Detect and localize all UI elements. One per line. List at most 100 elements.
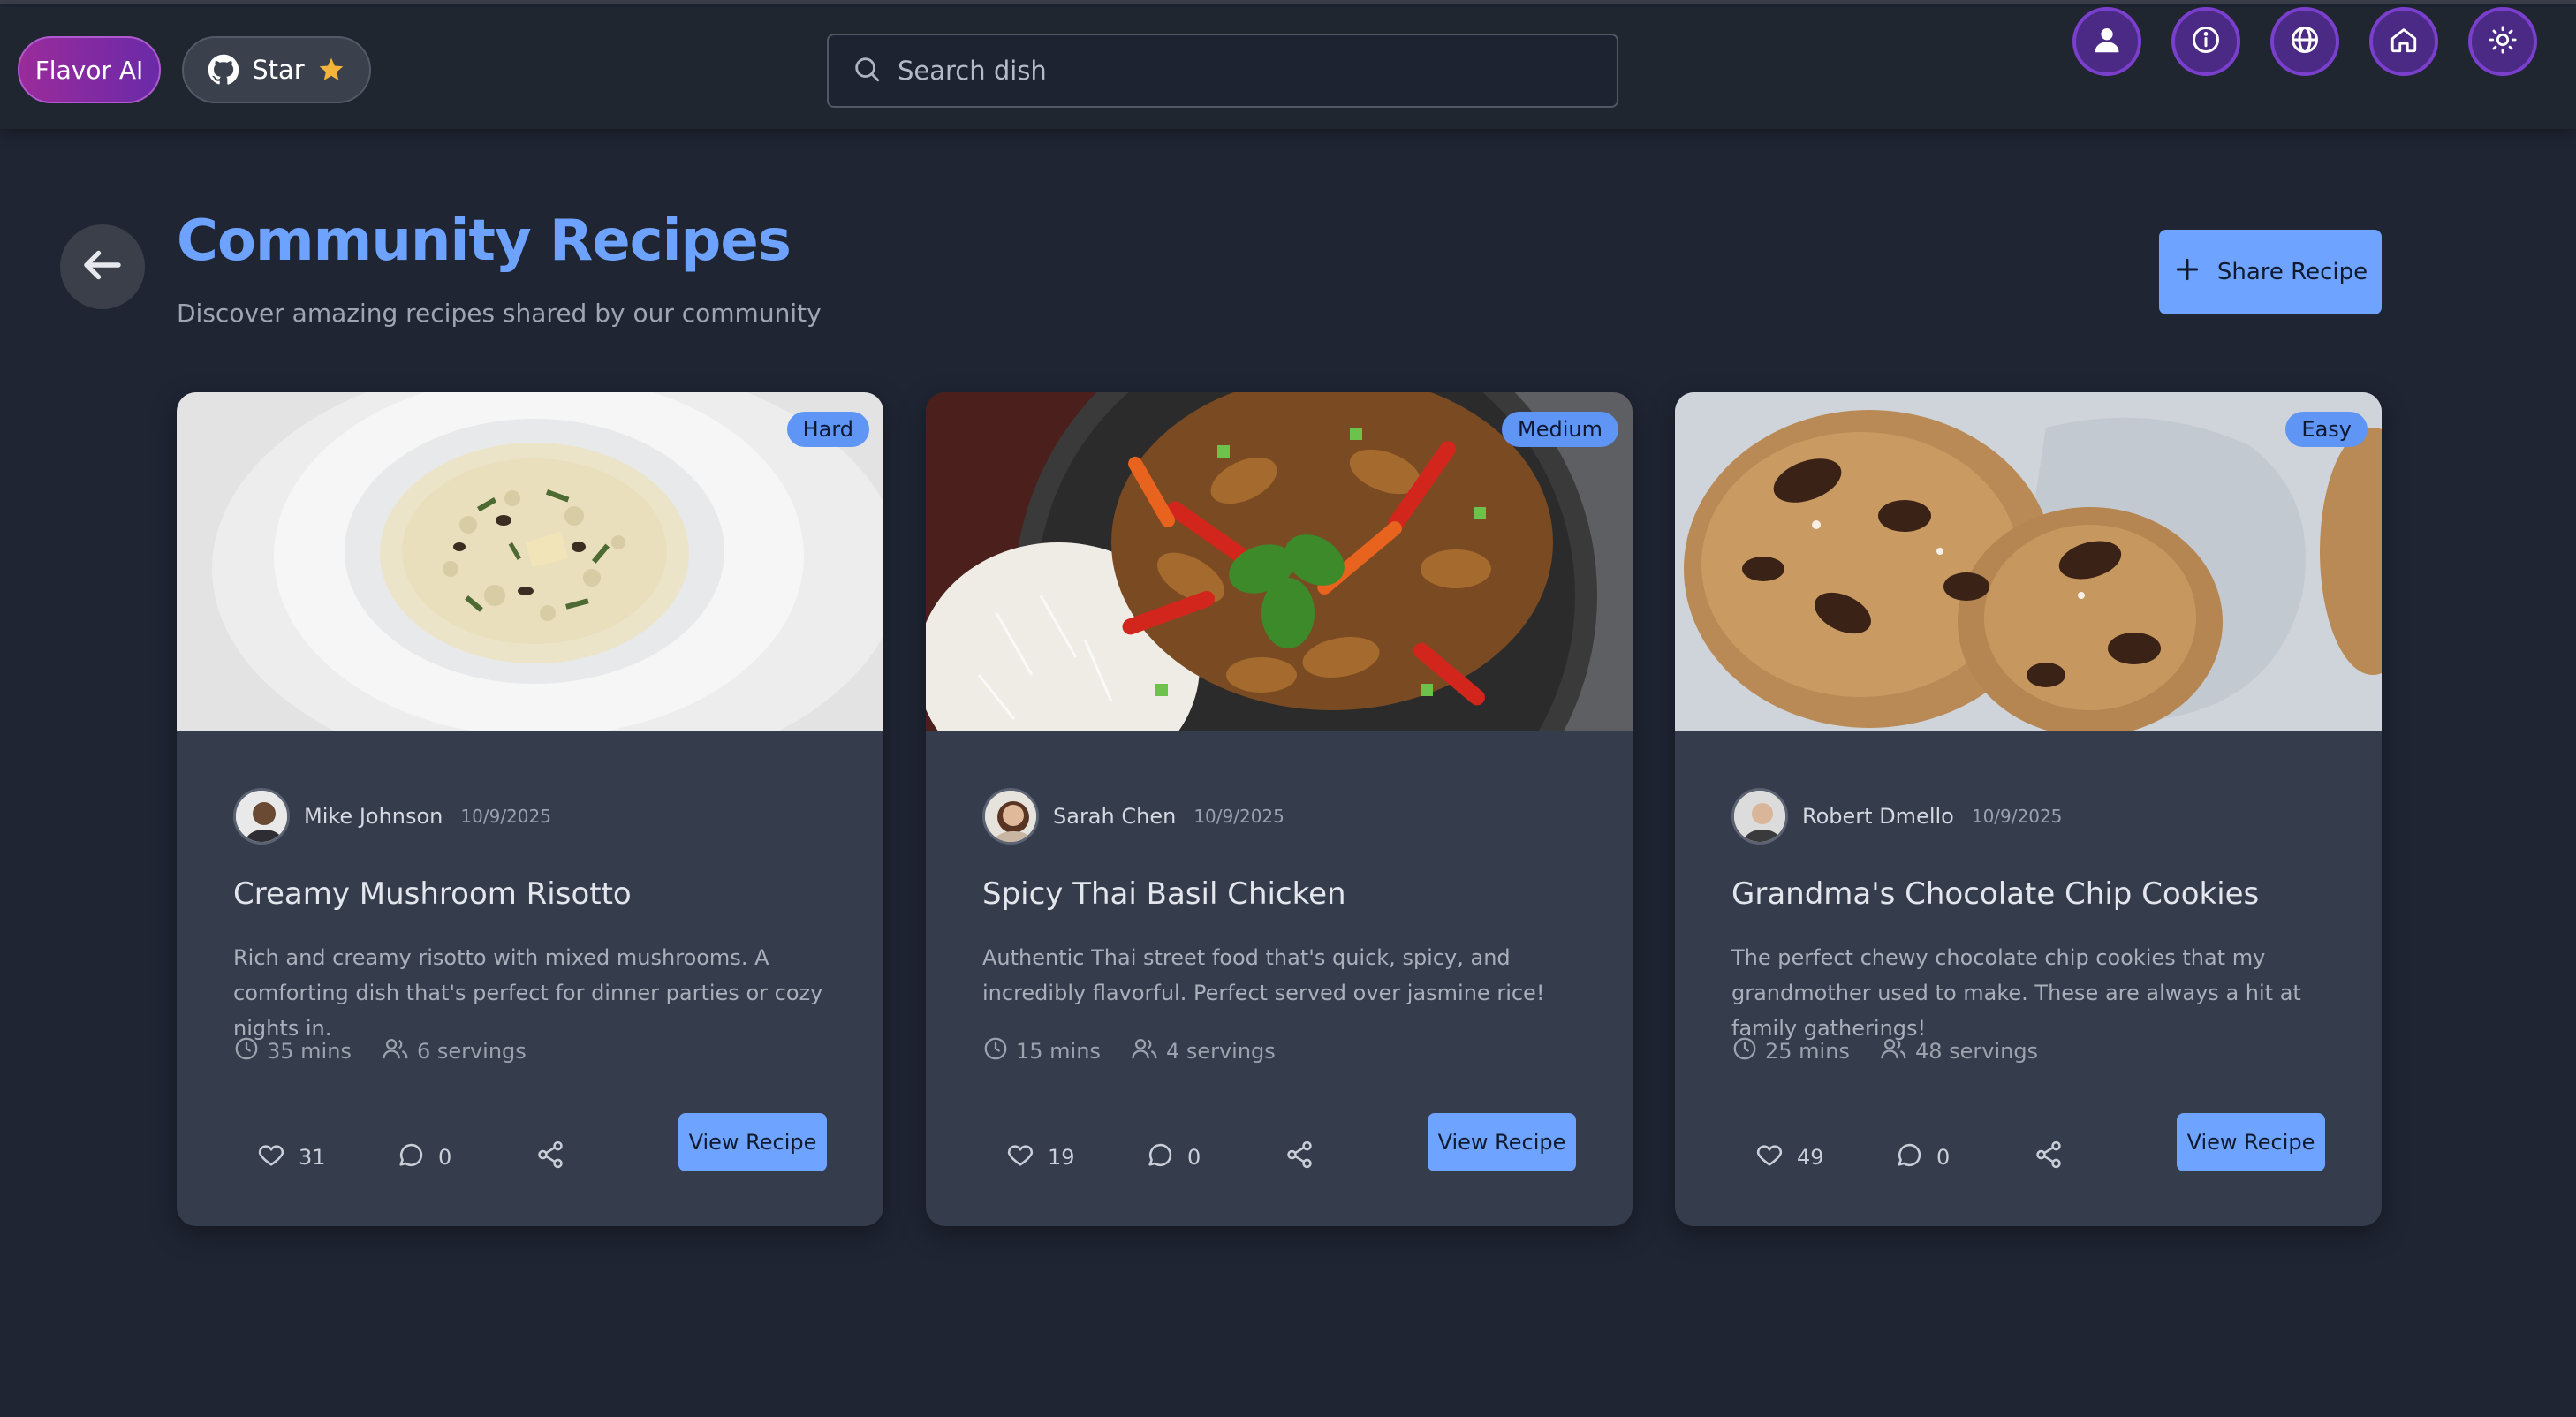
recipe-card: Hard Mike Johnson 10/9/2025 Creamy Mushr…	[177, 392, 883, 1226]
brand-button[interactable]: Flavor AI	[18, 36, 161, 103]
cook-time: 25 mins	[1731, 1035, 1850, 1067]
servings-label: 6 servings	[416, 1039, 527, 1064]
post-date: 10/9/2025	[1193, 806, 1284, 827]
avatar	[982, 788, 1039, 845]
globe-icon	[2289, 24, 2321, 59]
recipe-meta: 25 mins 48 servings	[1731, 1035, 2038, 1067]
difficulty-badge: Hard	[786, 412, 869, 447]
users-icon	[382, 1035, 410, 1067]
sun-icon	[2488, 25, 2518, 58]
like-button[interactable]: 49	[1754, 1140, 1894, 1175]
back-button[interactable]	[60, 224, 145, 309]
github-star-button[interactable]: Star	[182, 36, 371, 103]
comment-button[interactable]: 0	[396, 1140, 535, 1175]
recipe-image-cookies[interactable]: Easy	[1675, 392, 2382, 731]
share-button[interactable]	[1284, 1140, 1424, 1175]
heart-icon	[1754, 1140, 1784, 1175]
author-name: Robert Dmello	[1802, 804, 1954, 829]
author-name: Sarah Chen	[1053, 804, 1177, 829]
clock-icon	[1731, 1035, 1758, 1067]
profile-button[interactable]	[2072, 7, 2141, 76]
plus-icon	[2173, 255, 2201, 290]
post-date: 10/9/2025	[1971, 806, 2063, 827]
recipe-title[interactable]: Creamy Mushroom Risotto	[233, 876, 834, 912]
info-button[interactable]	[2171, 7, 2240, 76]
comment-icon	[396, 1140, 426, 1175]
servings: 4 servings	[1131, 1035, 1276, 1067]
recipe-image-risotto[interactable]: Hard	[177, 392, 883, 731]
share-icon	[2034, 1140, 2064, 1175]
star-label: Star	[252, 55, 305, 85]
clock-icon	[982, 1035, 1009, 1067]
recipe-author: Mike Johnson 10/9/2025	[233, 788, 551, 845]
page-title: Community Recipes	[177, 208, 792, 274]
view-recipe-button[interactable]: View Recipe	[1428, 1113, 1576, 1171]
comment-icon	[1894, 1140, 1924, 1175]
search-input[interactable]	[898, 56, 1569, 86]
page-subtitle: Discover amazing recipes shared by our c…	[177, 299, 822, 328]
user-icon	[2090, 23, 2124, 60]
view-recipe-button[interactable]: View Recipe	[678, 1113, 827, 1171]
cook-time-label: 25 mins	[1765, 1039, 1850, 1064]
cook-time: 15 mins	[982, 1035, 1101, 1067]
difficulty-badge: Easy	[2285, 412, 2368, 447]
recipe-description: The perfect chewy chocolate chip cookies…	[1731, 945, 2301, 1041]
heart-icon	[1005, 1140, 1035, 1175]
avatar	[233, 788, 290, 845]
theme-toggle-button[interactable]	[2468, 7, 2537, 76]
recipe-actions: 19 0	[1005, 1140, 1424, 1175]
recipe-meta: 35 mins 6 servings	[233, 1035, 527, 1067]
recipe-author: Robert Dmello 10/9/2025	[1731, 788, 2062, 845]
comment-count: 0	[1936, 1145, 1951, 1170]
clock-icon	[233, 1035, 260, 1067]
share-icon	[535, 1140, 565, 1175]
share-button[interactable]	[535, 1140, 675, 1175]
arrow-left-icon	[79, 241, 126, 292]
comment-button[interactable]: 0	[1894, 1140, 2034, 1175]
comment-icon	[1145, 1140, 1175, 1175]
share-recipe-label: Share Recipe	[2216, 259, 2368, 285]
top-navbar: Flavor AI Star	[0, 7, 2576, 129]
servings: 6 servings	[382, 1035, 527, 1067]
post-date: 10/9/2025	[460, 806, 551, 827]
share-button[interactable]	[2034, 1140, 2173, 1175]
like-button[interactable]: 19	[1005, 1140, 1145, 1175]
brand-label: Flavor AI	[34, 55, 144, 85]
recipe-title[interactable]: Spicy Thai Basil Chicken	[982, 876, 1583, 912]
search-bar[interactable]	[827, 34, 1618, 108]
users-icon	[1131, 1035, 1159, 1067]
heart-icon	[256, 1140, 286, 1175]
like-button[interactable]: 31	[256, 1140, 396, 1175]
users-icon	[1880, 1035, 1908, 1067]
recipe-actions: 49 0	[1754, 1140, 2173, 1175]
view-recipe-button[interactable]: View Recipe	[2177, 1113, 2325, 1171]
author-name: Mike Johnson	[304, 804, 443, 829]
recipe-image-thai-chicken[interactable]: Medium	[926, 392, 1633, 731]
home-icon	[2389, 25, 2419, 58]
recipe-description: Rich and creamy risotto with mixed mushr…	[233, 945, 823, 1041]
like-count: 49	[1797, 1145, 1824, 1170]
comment-count: 0	[1187, 1145, 1201, 1170]
servings-label: 4 servings	[1165, 1039, 1276, 1064]
comment-button[interactable]: 0	[1145, 1140, 1284, 1175]
cook-time-label: 35 mins	[267, 1039, 352, 1064]
servings: 48 servings	[1880, 1035, 2038, 1067]
difficulty-badge: Medium	[1502, 412, 1618, 447]
recipe-card: Easy Robert Dmello 10/9/2025 Grandma's C…	[1675, 392, 2382, 1226]
info-icon	[2190, 24, 2222, 59]
like-count: 31	[299, 1145, 326, 1170]
comment-count: 0	[438, 1145, 452, 1170]
recipe-actions: 31 0	[256, 1140, 675, 1175]
servings-label: 48 servings	[1914, 1039, 2039, 1064]
language-button[interactable]	[2270, 7, 2339, 76]
home-button[interactable]	[2369, 7, 2438, 76]
share-recipe-button[interactable]: Share Recipe	[2159, 230, 2382, 314]
search-icon	[852, 54, 882, 87]
recipe-title[interactable]: Grandma's Chocolate Chip Cookies	[1731, 876, 2332, 912]
github-icon	[208, 54, 239, 86]
recipe-card: Medium Sarah Chen 10/9/2025 Spicy Thai B…	[926, 392, 1633, 1226]
recipe-description: Authentic Thai street food that's quick,…	[982, 945, 1545, 1005]
cook-time: 35 mins	[233, 1035, 352, 1067]
avatar	[1731, 788, 1788, 845]
recipe-meta: 15 mins 4 servings	[982, 1035, 1276, 1067]
